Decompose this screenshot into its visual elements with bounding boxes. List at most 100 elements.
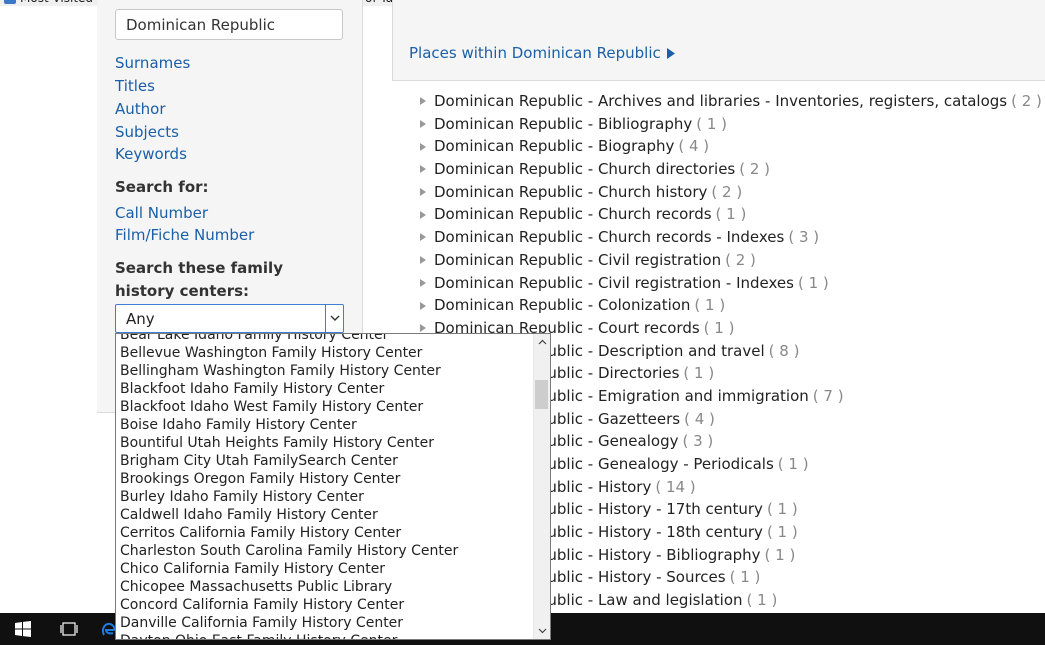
select-value: Any <box>126 310 155 328</box>
subject-list-item[interactable]: Dominican Republic - Colonization( 1 ) <box>420 294 1042 317</box>
subject-list-item[interactable]: Dominican Republic - Civil registration … <box>420 272 1042 295</box>
film-fiche-number-link[interactable]: Film/Fiche Number <box>115 226 254 244</box>
place-search-input[interactable]: Dominican Republic <box>115 9 343 40</box>
subject-count: ( 2 ) <box>1011 92 1042 110</box>
subject-count: ( 14 ) <box>655 477 696 496</box>
subject-count: ( 1 ) <box>746 591 778 610</box>
subject-count: ( 4 ) <box>678 137 710 156</box>
dropdown-option[interactable]: Bellingham Washington Family History Cen… <box>120 362 458 380</box>
windows-start-icon[interactable] <box>0 613 46 645</box>
subject-count: ( 2 ) <box>725 250 756 269</box>
dropdown-option[interactable]: Bellevue Washington Family History Cente… <box>120 344 458 362</box>
subject-list-item[interactable]: Dominican Republic - Biography( 4 ) <box>420 135 1042 158</box>
expand-triangle-icon[interactable] <box>420 188 434 197</box>
subject-count: ( 1 ) <box>777 455 809 473</box>
expand-triangle-icon[interactable] <box>420 278 434 287</box>
subject-list-item[interactable]: Dominican Republic - Bibliography( 1 ) <box>420 113 1042 136</box>
dropdown-option[interactable]: Dayton Ohio East Family History Center <box>120 632 458 639</box>
expand-triangle-icon[interactable] <box>420 233 434 242</box>
chevron-down-icon[interactable] <box>325 305 343 332</box>
triangle-right-icon <box>666 47 675 59</box>
call-number-link[interactable]: Call Number <box>115 204 208 222</box>
dropdown-scrollbar[interactable] <box>533 334 550 639</box>
dropdown-options: Bear Lake Idaho Family History Center Bel… <box>120 334 458 639</box>
search-by-keywords-link[interactable]: Keywords <box>115 145 187 163</box>
subject-count: ( 2 ) <box>711 182 743 201</box>
subject-list-item[interactable]: Dominican Republic - Church records( 1 ) <box>420 203 1042 226</box>
task-view-icon[interactable] <box>46 613 92 645</box>
subject-count: ( 1 ) <box>696 114 728 133</box>
subject-list-item[interactable]: Dominican Republic - Church directories(… <box>420 158 1042 181</box>
bookmark-folder-icon <box>4 0 16 4</box>
subject-count: ( 3 ) <box>682 432 714 451</box>
subject-count: ( 1 ) <box>703 318 735 337</box>
family-history-centers-heading: Search these family history centers: <box>115 259 283 300</box>
subject-link[interactable]: Dominican Republic - Church records <box>434 203 712 226</box>
subject-link[interactable]: Dominican Republic - Biography <box>434 135 674 158</box>
subject-link[interactable]: Dominican Republic - Church records - In… <box>434 226 784 249</box>
subject-count: ( 1 ) <box>766 500 798 519</box>
search-by-subjects-link[interactable]: Subjects <box>115 123 179 141</box>
subject-count: ( 1 ) <box>764 545 796 564</box>
bookmark-label: Most Visited <box>20 0 93 5</box>
subject-count: ( 1 ) <box>715 205 747 224</box>
subject-link[interactable]: Dominican Republic - Bibliography <box>434 113 692 136</box>
expand-triangle-icon[interactable] <box>420 142 434 151</box>
dropdown-option[interactable]: Burley Idaho Family History Center <box>120 488 458 506</box>
subject-count: ( 1 ) <box>694 296 726 315</box>
search-by-author-link[interactable]: Author <box>115 100 166 118</box>
dropdown-option[interactable]: Concord California Family History Center <box>120 596 458 614</box>
dropdown-option[interactable]: Danville California Family History Cente… <box>120 614 458 632</box>
subject-link[interactable]: Dominican Republic - Archives and librar… <box>434 90 1007 113</box>
dropdown-option[interactable]: Caldwell Idaho Family History Center <box>120 506 458 524</box>
subject-count: ( 8 ) <box>768 341 800 360</box>
scrollbar-thumb[interactable] <box>535 380 548 409</box>
places-within-label: Places within Dominican Republic <box>409 44 661 62</box>
expand-triangle-icon[interactable] <box>420 210 434 219</box>
subject-count: ( 1 ) <box>683 364 715 383</box>
subject-link[interactable]: Dominican Republic - Church directories <box>434 158 735 181</box>
centers-dropdown-list[interactable]: Bear Lake Idaho Family History Center Bel… <box>115 333 551 640</box>
dropdown-option[interactable]: Bountiful Utah Heights Family History Ce… <box>120 434 458 452</box>
expand-triangle-icon[interactable] <box>420 97 434 106</box>
dropdown-option[interactable]: Bear Lake Idaho Family History Center <box>120 334 458 344</box>
scroll-up-arrow-icon[interactable] <box>534 335 550 349</box>
bookmark-item[interactable]: Most Visited <box>4 0 93 5</box>
search-by-titles-link[interactable]: Titles <box>115 77 155 95</box>
places-within-link[interactable]: Places within Dominican Republic <box>409 44 675 62</box>
subject-link[interactable]: Dominican Republic - Civil registration … <box>434 272 794 295</box>
subject-list-item[interactable]: Dominican Republic - Church history( 2 ) <box>420 181 1042 204</box>
scroll-down-arrow-icon[interactable] <box>534 624 550 638</box>
subject-count: ( 7 ) <box>812 386 844 405</box>
dropdown-option[interactable]: Blackfoot Idaho West Family History Cent… <box>120 398 458 416</box>
subject-count: ( 1 ) <box>766 523 798 542</box>
family-history-centers-select[interactable]: Any <box>115 304 344 333</box>
search-by-surnames-link[interactable]: Surnames <box>115 54 190 72</box>
places-within-panel: Places within Dominican Republic <box>392 0 1045 81</box>
subject-link[interactable]: Dominican Republic - Colonization <box>434 294 690 317</box>
subject-list-item[interactable]: Dominican Republic - Church records - In… <box>420 226 1042 249</box>
subject-list-item[interactable]: Dominican Republic - Archives and librar… <box>420 90 1042 113</box>
dropdown-option[interactable]: Brookings Oregon Family History Center <box>120 470 458 488</box>
expand-triangle-icon[interactable] <box>420 256 434 265</box>
subject-count: ( 2 ) <box>739 160 771 179</box>
expand-triangle-icon[interactable] <box>420 165 434 174</box>
subject-count: ( 4 ) <box>684 409 715 428</box>
dropdown-option[interactable]: Charleston South Carolina Family History… <box>120 542 458 560</box>
subject-link[interactable]: Dominican Republic - Civil registration <box>434 249 721 272</box>
subject-count: ( 1 ) <box>797 273 829 292</box>
search-for-heading: Search for: <box>115 178 209 196</box>
subject-count: ( 3 ) <box>788 228 820 247</box>
dropdown-option[interactable]: Cerritos California Family History Cente… <box>120 524 458 542</box>
dropdown-option[interactable]: Blackfoot Idaho Family History Center <box>120 380 458 398</box>
expand-triangle-icon[interactable] <box>420 324 434 333</box>
expand-triangle-icon[interactable] <box>420 120 434 129</box>
subject-list-item[interactable]: Dominican Republic - Civil registration(… <box>420 249 1042 272</box>
dropdown-option[interactable]: Boise Idaho Family History Center <box>120 416 458 434</box>
subject-count: ( 1 ) <box>729 568 761 587</box>
subject-link[interactable]: Dominican Republic - Church history <box>434 181 707 204</box>
dropdown-option[interactable]: Brigham City Utah FamilySearch Center <box>120 452 458 470</box>
expand-triangle-icon[interactable] <box>420 301 434 310</box>
dropdown-option[interactable]: Chico California Family History Center <box>120 560 458 578</box>
dropdown-option[interactable]: Chicopee Massachusetts Public Library <box>120 578 458 596</box>
